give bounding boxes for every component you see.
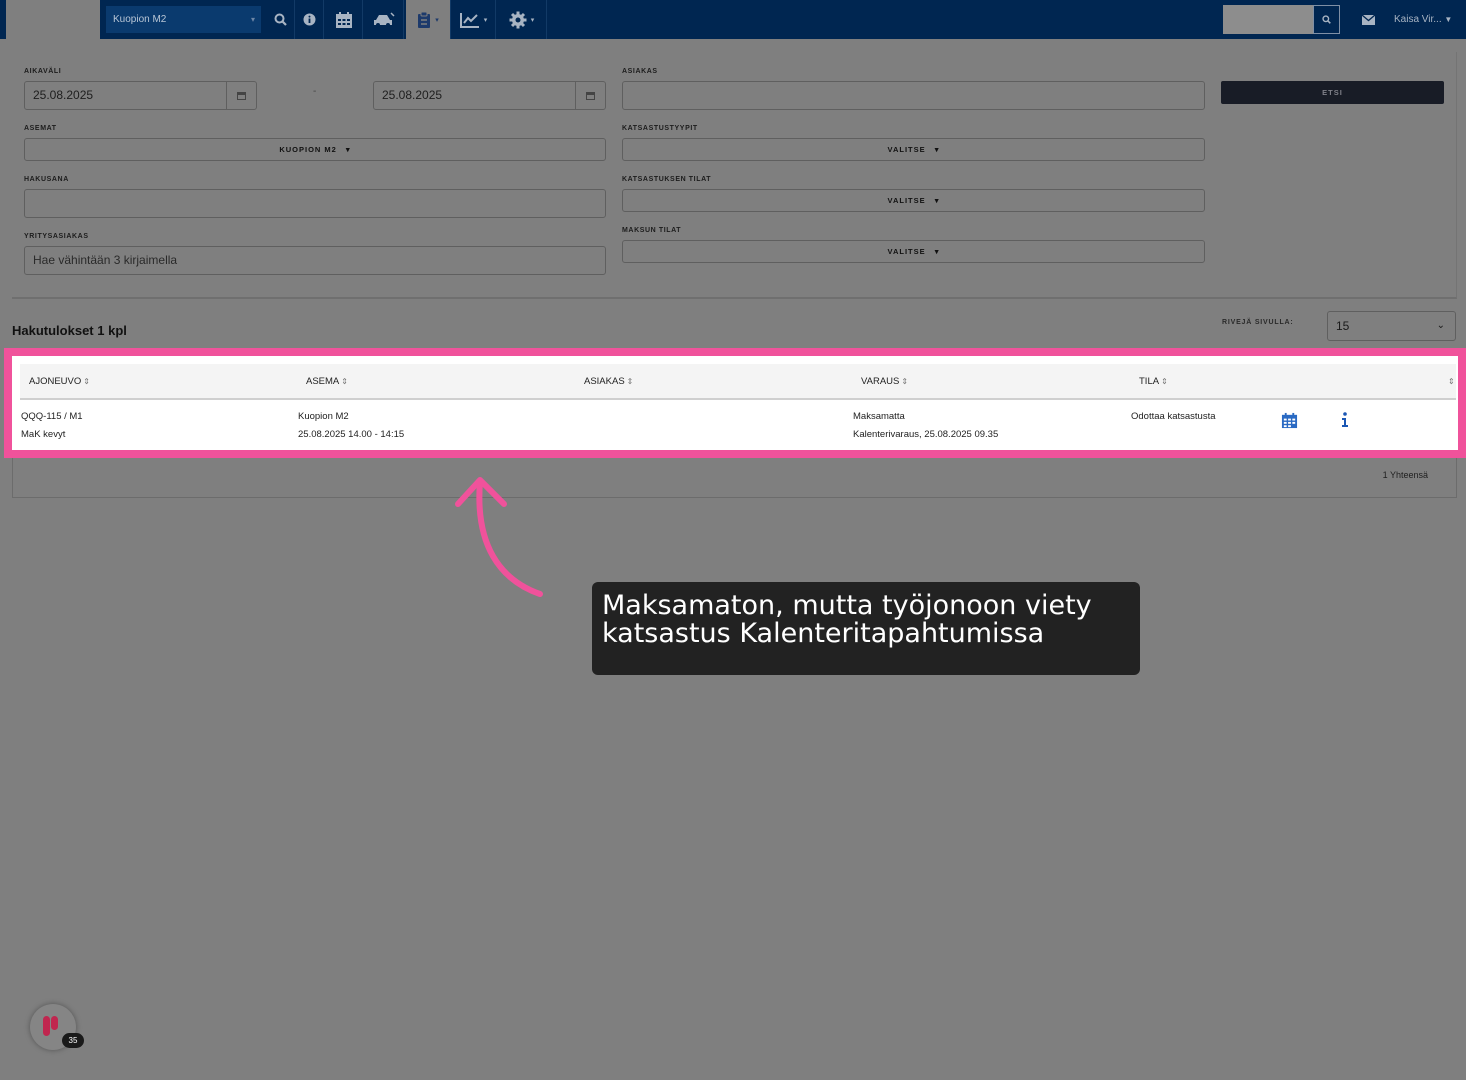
top-search-button[interactable] [1313, 5, 1340, 34]
column-header-varaus[interactable]: VARAUS ⇕ [861, 364, 908, 400]
results-table: AJONEUVO ⇕ ASEMA ⇕ ASIAKAS ⇕ VARAUS ⇕ TILA ⇕ … [4, 348, 1466, 458]
asiakas-label: ASIAKAS [622, 68, 658, 75]
aikavali-label: AIKAVÄLI [24, 68, 62, 75]
katsastuksen-tilat-dropdown[interactable]: VALITSE ▾ [622, 189, 1205, 212]
sort-icon: ⇕ [341, 377, 348, 386]
row-info-icon[interactable] [1341, 412, 1349, 433]
date-to-calendar-button[interactable] [575, 81, 606, 110]
hakusana-input[interactable] [24, 189, 606, 218]
cell-tila: Odottaa katsastusta [1131, 411, 1216, 422]
nav-car-icon[interactable] [364, 0, 404, 39]
callout-line-2: katsastus Kalenteritapahtumissa [602, 618, 1045, 649]
top-navbar: Kuopion M2 ▾ ▾ ▾ ▾ Kaisa Vir... ▼ [0, 0, 1466, 39]
nav-search-icon[interactable] [267, 0, 295, 39]
katsastuksen-tilat-dropdown-value: VALITSE [887, 196, 926, 205]
nav-calendar-icon[interactable] [325, 0, 363, 39]
asemat-dropdown-value: KUOPION M2 [279, 145, 337, 154]
sort-icon: ⇕ [1161, 377, 1168, 386]
yritysasiakas-input[interactable]: Hae vähintään 3 kirjaimella [24, 246, 606, 275]
results-title: Hakutulokset 1 kpl [12, 323, 127, 338]
logo[interactable] [6, 0, 100, 39]
nav-clipboard-icon[interactable]: ▾ [406, 0, 451, 39]
cell-asema-time: 25.08.2025 14.00 - 14:15 [298, 429, 405, 440]
column-header-ajoneuvo[interactable]: AJONEUVO ⇕ [29, 364, 90, 400]
station-select-value: Kuopion M2 [113, 14, 167, 25]
asemat-label: ASEMAT [24, 125, 57, 132]
date-separator: - [313, 86, 317, 97]
station-select[interactable]: Kuopion M2 ▾ [106, 6, 261, 33]
cell-varaus-detail: Kalenterivaraus, 25.08.2025 09.35 [853, 429, 999, 440]
column-header-asiakas[interactable]: ASIAKAS ⇕ [584, 364, 633, 400]
column-header-tila[interactable]: TILA ⇕ [1139, 364, 1168, 400]
caret-down-icon: ▾ [345, 145, 351, 154]
calendar-icon [586, 92, 595, 100]
maksun-tilat-dropdown[interactable]: VALITSE ▾ [622, 240, 1205, 263]
callout-line-1: Maksamaton, mutta työjonoon viety [602, 590, 1092, 621]
rows-per-page-label: RIVEJÄ SIVULLA: [1222, 319, 1294, 326]
nav-gear-icon[interactable]: ▾ [497, 0, 547, 39]
cell-asema-name: Kuopion M2 [298, 411, 349, 422]
top-search-input[interactable] [1223, 5, 1313, 34]
sort-icon: ⇕ [901, 377, 909, 386]
sort-icon: ⇕ [626, 377, 634, 386]
cell-ajoneuvo-type: MaK kevyt [21, 429, 66, 440]
yritysasiakas-label: YRITYSASIAKAS [24, 233, 89, 240]
annotation-callout: Maksamaton, mutta työjonoon viety katsas… [592, 582, 1140, 675]
date-from-calendar-button[interactable] [226, 81, 257, 110]
rows-per-page-select[interactable]: 15 ⌄ [1327, 311, 1456, 341]
maksun-tilat-dropdown-value: VALITSE [887, 247, 926, 256]
nav-chart-icon[interactable]: ▾ [452, 0, 496, 39]
table-footer: 1 Yhteensä [12, 458, 1457, 498]
user-menu[interactable]: Kaisa Vir... ▼ [1394, 0, 1452, 39]
caret-down-icon: ▾ [934, 247, 940, 256]
caret-down-icon: ▾ [934, 145, 940, 154]
cell-ajoneuvo-plate: QQQ-115 / M1 [21, 411, 83, 422]
table-header: AJONEUVO ⇕ ASEMA ⇕ ASIAKAS ⇕ VARAUS ⇕ TILA ⇕ … [20, 364, 1456, 400]
date-from-input[interactable]: 25.08.2025 [24, 81, 227, 110]
katsastuksen-tilat-label: KATSASTUKSEN TILAT [622, 176, 712, 183]
sort-icon[interactable]: ⇕ [1446, 364, 1455, 400]
user-name: Kaisa Vir... [1394, 14, 1442, 25]
katsastustyypit-dropdown[interactable]: VALITSE ▾ [622, 138, 1205, 161]
annotation-arrow-icon [455, 477, 543, 597]
row-calendar-icon[interactable] [1281, 412, 1298, 434]
asemat-dropdown[interactable]: KUOPION M2 ▾ [24, 138, 606, 161]
katsastustyypit-dropdown-value: VALITSE [887, 145, 926, 154]
caret-down-icon: ▾ [934, 196, 940, 205]
katsastustyypit-label: KATSASTUSTYYPIT [622, 125, 698, 132]
search-icon [1322, 15, 1331, 24]
chevron-down-icon: ⌄ [1436, 320, 1445, 331]
maksun-tilat-label: MAKSUN TILAT [622, 227, 682, 234]
date-to-input[interactable]: 25.08.2025 [373, 81, 576, 110]
search-button[interactable]: ETSI [1221, 81, 1444, 104]
rows-per-page-value: 15 [1336, 319, 1350, 333]
cell-varaus-status: Maksamatta [853, 411, 905, 422]
asiakas-input[interactable] [622, 81, 1205, 110]
sort-icon: ⇕ [83, 377, 90, 386]
mail-icon[interactable] [1361, 12, 1376, 30]
total-count: 1 Yhteensä [1382, 470, 1428, 480]
column-header-asema[interactable]: ASEMA ⇕ [306, 364, 348, 400]
nav-info-icon[interactable] [296, 0, 324, 39]
calendar-icon [237, 92, 246, 100]
chevron-down-icon: ▼ [1444, 15, 1453, 24]
chevron-down-icon: ▾ [250, 15, 255, 24]
notification-badge: 35 [62, 1033, 84, 1048]
hakusana-label: HAKUSANA [24, 176, 69, 183]
